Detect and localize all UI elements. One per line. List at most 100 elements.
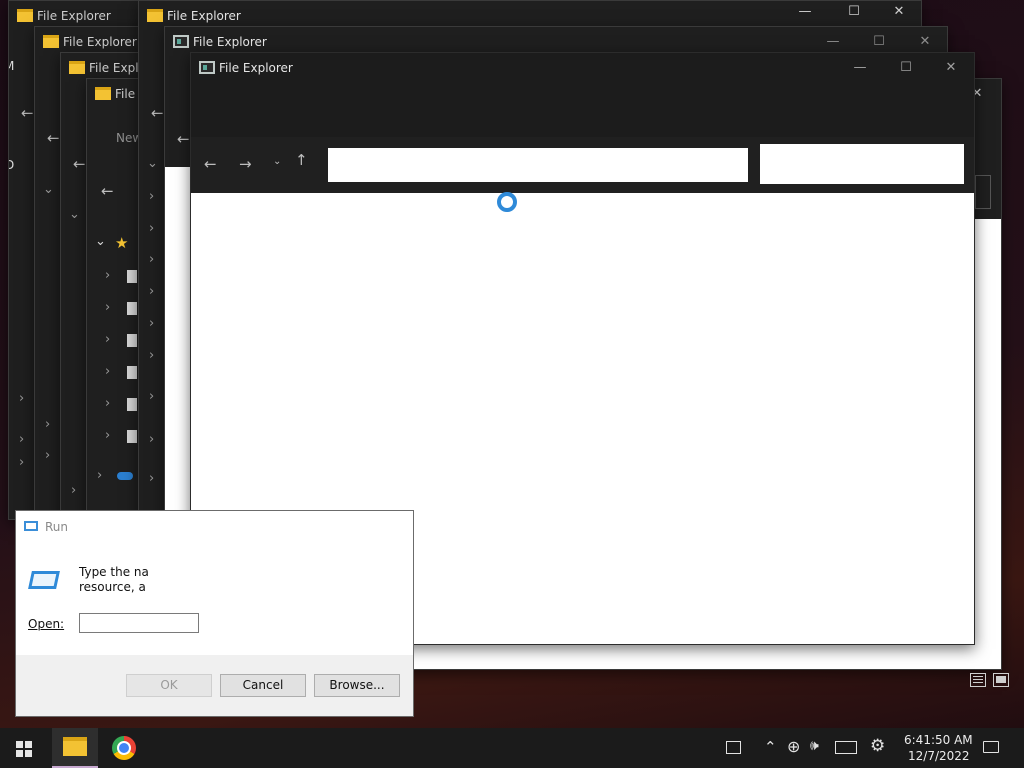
chevron-right-icon[interactable]: › xyxy=(149,252,154,267)
back-arrow-icon[interactable]: ← xyxy=(177,130,190,148)
chevron-down-icon[interactable]: ⌄ xyxy=(43,182,54,197)
open-label: Open: xyxy=(28,617,65,631)
minimize-button[interactable]: — xyxy=(846,59,874,77)
taskbar: ⌃ ⊕ 🕪 ⚙ 6:41:50 AM 12/7/2022 xyxy=(0,728,1024,768)
partial-label: M xyxy=(9,59,14,73)
chevron-right-icon[interactable]: › xyxy=(45,448,50,463)
notification-icon[interactable] xyxy=(983,741,999,753)
screen-icon xyxy=(173,35,189,48)
windows-start-icon xyxy=(16,741,32,757)
file-icon xyxy=(127,334,137,347)
folder-icon xyxy=(63,737,87,756)
dialog-message-line1: Type the na xyxy=(79,565,149,579)
chevron-right-icon[interactable]: › xyxy=(105,428,110,443)
chevron-right-icon[interactable]: › xyxy=(149,284,154,299)
folder-icon xyxy=(95,87,111,100)
folder-icon xyxy=(147,9,163,22)
address-bar[interactable] xyxy=(328,148,748,182)
chevron-down-icon[interactable]: ⌄ xyxy=(69,207,80,222)
chrome-center xyxy=(117,741,131,755)
chevron-right-icon[interactable]: › xyxy=(45,417,50,432)
keyboard-icon[interactable] xyxy=(835,741,857,754)
chevron-right-icon[interactable]: › xyxy=(149,471,154,486)
folder-icon xyxy=(17,9,33,22)
ok-button[interactable]: OK xyxy=(126,674,212,697)
window-title: File Explorer xyxy=(167,9,241,23)
maximize-button[interactable]: ☐ xyxy=(892,59,920,77)
back-arrow-icon[interactable]: ← xyxy=(47,129,60,147)
cancel-button[interactable]: Cancel xyxy=(220,674,306,697)
chevron-right-icon[interactable]: › xyxy=(149,348,154,363)
chevron-right-icon[interactable]: › xyxy=(105,396,110,411)
chevron-down-icon[interactable]: ⌄ xyxy=(95,234,106,249)
file-icon xyxy=(127,366,137,379)
maximize-button[interactable]: ☐ xyxy=(865,33,893,51)
folder-icon xyxy=(43,35,59,48)
clock-date[interactable]: 12/7/2022 xyxy=(908,749,970,763)
dialog-message-line2: resource, a xyxy=(79,580,146,594)
browse-button[interactable]: Browse... xyxy=(314,674,400,697)
close-button[interactable]: ✕ xyxy=(911,33,939,51)
search-box[interactable] xyxy=(760,144,964,184)
busy-cursor-icon xyxy=(497,192,517,212)
toolbar xyxy=(191,83,974,137)
taskbar-file-explorer[interactable] xyxy=(52,728,98,768)
back-arrow-icon[interactable]: ← xyxy=(151,104,164,122)
file-icon xyxy=(127,270,137,283)
window-title: File Explorer xyxy=(219,61,293,75)
start-button[interactable] xyxy=(0,728,48,768)
back-arrow-icon[interactable]: ← xyxy=(101,182,114,200)
chevron-right-icon[interactable]: › xyxy=(97,468,102,483)
maximize-button[interactable]: ☐ xyxy=(840,3,868,21)
news-widget-icon[interactable] xyxy=(726,741,741,754)
back-arrow-icon[interactable]: ← xyxy=(21,104,34,122)
close-button[interactable]: ✕ xyxy=(937,59,965,77)
folder-icon xyxy=(69,61,85,74)
chevron-down-icon[interactable]: ⌄ xyxy=(147,156,158,171)
chevron-right-icon[interactable]: › xyxy=(105,300,110,315)
window-title: File Explorer xyxy=(193,35,267,49)
tiles-view-icon[interactable] xyxy=(993,673,1009,687)
back-arrow-icon[interactable]: ← xyxy=(73,155,86,173)
chevron-right-icon[interactable]: › xyxy=(71,483,76,498)
file-icon xyxy=(127,430,137,443)
title-bar[interactable]: Run xyxy=(16,511,413,541)
speaker-icon[interactable]: 🕪 xyxy=(810,738,819,754)
navigation-bar: ← → ⌄ ↑ xyxy=(191,137,974,193)
run-icon xyxy=(24,521,38,531)
chevron-right-icon[interactable]: › xyxy=(105,332,110,347)
chevron-right-icon[interactable]: › xyxy=(149,316,154,331)
details-view-icon[interactable] xyxy=(970,673,986,687)
search-box[interactable] xyxy=(975,175,991,209)
forward-arrow-icon[interactable]: → xyxy=(239,155,252,173)
star-icon: ★ xyxy=(115,234,129,252)
taskbar-chrome[interactable] xyxy=(101,728,147,768)
minimize-button[interactable]: — xyxy=(819,33,847,51)
chevron-right-icon[interactable]: › xyxy=(149,432,154,447)
recent-locations-chevron-icon[interactable]: ⌄ xyxy=(273,156,281,167)
chevron-right-icon[interactable]: › xyxy=(19,391,24,406)
chevron-right-icon[interactable]: › xyxy=(105,364,110,379)
globe-icon[interactable]: ⊕ xyxy=(787,737,800,756)
close-button[interactable]: ✕ xyxy=(885,3,913,21)
minimize-button[interactable]: — xyxy=(791,3,819,21)
screen-icon xyxy=(199,61,215,74)
run-dialog[interactable]: Run Type the na resource, a Open: OK Can… xyxy=(15,510,414,717)
file-icon xyxy=(127,398,137,411)
dialog-title: Run xyxy=(45,520,69,534)
run-program-icon xyxy=(28,571,60,589)
chevron-right-icon[interactable]: › xyxy=(19,432,24,447)
open-input[interactable] xyxy=(79,613,199,633)
back-arrow-icon[interactable]: ← xyxy=(204,155,217,173)
window-title: File Explorer xyxy=(63,35,137,49)
chevron-right-icon[interactable]: › xyxy=(149,189,154,204)
chevron-right-icon[interactable]: › xyxy=(19,455,24,470)
gear-icon[interactable]: ⚙ xyxy=(870,736,885,756)
up-arrow-icon[interactable]: ↑ xyxy=(295,151,308,169)
chevron-right-icon[interactable]: › xyxy=(149,221,154,236)
clock-time[interactable]: 6:41:50 AM xyxy=(904,733,973,747)
title-bar[interactable]: File Explorer — ☐ ✕ xyxy=(191,53,974,83)
chevron-right-icon[interactable]: › xyxy=(105,268,110,283)
chevron-up-icon[interactable]: ⌃ xyxy=(764,738,777,756)
chevron-right-icon[interactable]: › xyxy=(149,389,154,404)
